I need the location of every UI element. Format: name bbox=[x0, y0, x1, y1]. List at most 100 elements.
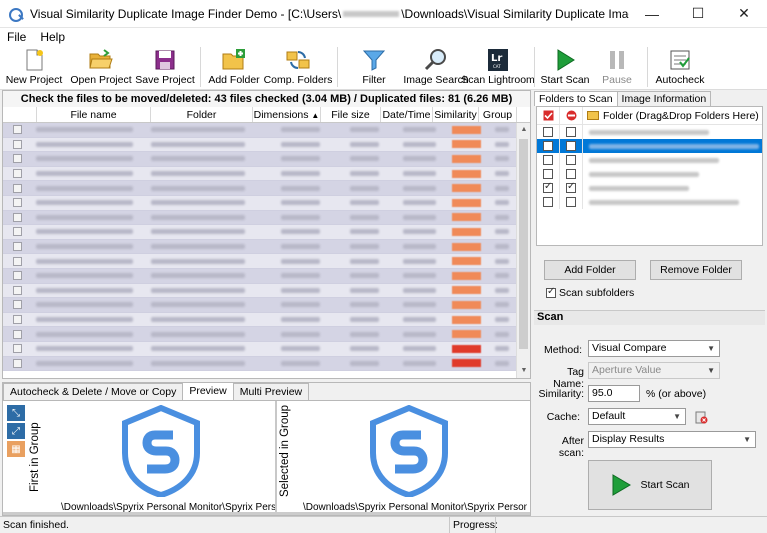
tab-multi-preview[interactable]: Multi Preview bbox=[232, 383, 310, 400]
menu-file[interactable]: File bbox=[0, 30, 33, 44]
filter-button[interactable]: Filter bbox=[342, 47, 406, 89]
exclude-checkbox[interactable] bbox=[566, 197, 576, 207]
cache-select[interactable]: Default ▼ bbox=[588, 408, 686, 425]
row-checkbox[interactable] bbox=[13, 227, 22, 237]
folder-row[interactable] bbox=[537, 153, 762, 167]
include-checkbox[interactable] bbox=[543, 197, 553, 207]
table-row[interactable] bbox=[3, 195, 517, 211]
table-row[interactable] bbox=[3, 239, 517, 255]
row-checkbox[interactable] bbox=[13, 358, 22, 368]
autocheck-button[interactable]: Autocheck bbox=[652, 47, 708, 89]
row-checkbox[interactable] bbox=[13, 198, 22, 208]
folder-row[interactable] bbox=[537, 139, 762, 153]
row-checkbox[interactable] bbox=[13, 271, 22, 281]
image-info-icon[interactable]: ▦ bbox=[7, 441, 25, 457]
tab-folders-to-scan[interactable]: Folders to Scan bbox=[534, 91, 618, 106]
exclude-checkbox[interactable] bbox=[566, 181, 576, 193]
start-scan-toolbar-button[interactable]: Start Scan bbox=[539, 47, 591, 89]
folder-row[interactable] bbox=[537, 125, 762, 139]
add-folder-toolbar-button[interactable]: Add Folder bbox=[205, 47, 263, 89]
preview-hscroll[interactable] bbox=[3, 512, 530, 515]
scan-lightroom-button[interactable]: Lr CAT Scan Lightroom bbox=[461, 47, 535, 89]
include-checkbox[interactable] bbox=[543, 141, 553, 151]
row-checkbox[interactable] bbox=[13, 285, 22, 295]
table-row[interactable] bbox=[3, 312, 517, 328]
row-checkbox[interactable] bbox=[13, 183, 22, 193]
scroll-up-arrow-icon[interactable]: ▲ bbox=[517, 123, 531, 137]
header-group[interactable]: Group bbox=[479, 107, 517, 122]
tab-image-information[interactable]: Image Information bbox=[616, 91, 712, 106]
tab-autocheck-delete[interactable]: Autocheck & Delete / Move or Copy bbox=[3, 383, 184, 400]
table-row[interactable] bbox=[3, 166, 517, 182]
after-scan-select[interactable]: Display Results ▼ bbox=[588, 431, 756, 448]
open-project-button[interactable]: Open Project bbox=[68, 47, 134, 89]
include-checkbox[interactable] bbox=[543, 127, 553, 137]
pause-button[interactable]: Pause bbox=[591, 47, 643, 89]
add-folder-button[interactable]: Add Folder bbox=[544, 260, 636, 280]
folder-row[interactable] bbox=[537, 195, 762, 209]
table-row[interactable] bbox=[3, 123, 517, 138]
scan-subfolders-check[interactable] bbox=[546, 286, 556, 298]
menu-help[interactable]: Help bbox=[33, 30, 72, 44]
include-checkbox[interactable] bbox=[543, 169, 553, 179]
scroll-down-arrow-icon[interactable]: ▼ bbox=[517, 364, 531, 378]
remove-folder-button[interactable]: Remove Folder bbox=[650, 260, 742, 280]
row-checkbox[interactable] bbox=[13, 125, 22, 135]
table-row[interactable] bbox=[3, 356, 517, 372]
tag-name-select[interactable]: Aperture Value ▼ bbox=[588, 362, 720, 379]
exclude-checkbox[interactable] bbox=[566, 141, 576, 151]
row-checkbox[interactable] bbox=[13, 300, 22, 310]
exclude-checkbox[interactable] bbox=[566, 127, 576, 137]
table-row[interactable] bbox=[3, 225, 517, 240]
header-file-name[interactable]: File name bbox=[37, 107, 151, 122]
table-row[interactable] bbox=[3, 341, 517, 357]
close-button[interactable]: ✕ bbox=[721, 0, 767, 28]
row-checkbox[interactable] bbox=[13, 242, 22, 252]
folder-row[interactable] bbox=[537, 181, 762, 195]
table-row[interactable] bbox=[3, 181, 517, 196]
table-row[interactable] bbox=[3, 268, 517, 284]
row-checkbox[interactable] bbox=[13, 169, 22, 179]
header-folder[interactable]: Folder bbox=[151, 107, 253, 122]
table-row[interactable] bbox=[3, 254, 517, 269]
header-dimensions[interactable]: Dimensions ▲ bbox=[253, 107, 321, 122]
start-scan-button[interactable]: Start Scan bbox=[588, 460, 712, 510]
scan-subfolders-checkbox[interactable]: Scan subfolders bbox=[546, 286, 634, 299]
row-checkbox[interactable] bbox=[13, 154, 22, 164]
save-project-button[interactable]: Save Project bbox=[134, 47, 196, 89]
results-scrollbar[interactable]: ▲ ▼ bbox=[516, 123, 530, 378]
table-row[interactable] bbox=[3, 327, 517, 342]
table-row[interactable] bbox=[3, 210, 517, 226]
exclude-checkbox[interactable] bbox=[566, 169, 576, 179]
table-row[interactable] bbox=[3, 152, 517, 167]
zoom-fit-icon[interactable]: ⤡ bbox=[7, 405, 25, 421]
row-checkbox[interactable] bbox=[13, 329, 22, 339]
zoom-actual-icon[interactable]: ⤢ bbox=[7, 423, 25, 439]
table-row[interactable] bbox=[3, 283, 517, 299]
image-search-button[interactable]: Image Search bbox=[403, 47, 469, 89]
row-checkbox[interactable] bbox=[13, 212, 22, 222]
compare-folders-button[interactable]: Comp. Folders bbox=[263, 47, 333, 89]
maximize-button[interactable]: ☐ bbox=[675, 0, 721, 28]
row-checkbox[interactable] bbox=[13, 256, 22, 266]
include-checkbox[interactable] bbox=[543, 181, 553, 193]
new-project-button[interactable]: New Project bbox=[0, 47, 68, 89]
similarity-input[interactable]: 95.0 bbox=[588, 385, 640, 402]
include-checkbox[interactable] bbox=[543, 155, 553, 165]
clear-cache-icon[interactable] bbox=[694, 409, 708, 424]
minimize-button[interactable]: — bbox=[629, 0, 675, 28]
folder-row[interactable] bbox=[537, 167, 762, 181]
header-check-col[interactable] bbox=[3, 107, 37, 122]
row-checkbox[interactable] bbox=[13, 139, 22, 149]
header-file-size[interactable]: File size bbox=[321, 107, 381, 122]
method-select[interactable]: Visual Compare ▼ bbox=[588, 340, 720, 357]
exclude-checkbox[interactable] bbox=[566, 155, 576, 165]
header-similarity[interactable]: Similarity bbox=[433, 107, 479, 122]
tab-preview[interactable]: Preview bbox=[182, 382, 234, 400]
table-row[interactable] bbox=[3, 137, 517, 153]
preview-divider[interactable] bbox=[275, 401, 277, 515]
header-date-time[interactable]: Date/Time bbox=[381, 107, 433, 122]
row-checkbox[interactable] bbox=[13, 315, 22, 325]
scroll-thumb[interactable] bbox=[519, 139, 528, 349]
row-checkbox[interactable] bbox=[13, 344, 22, 354]
